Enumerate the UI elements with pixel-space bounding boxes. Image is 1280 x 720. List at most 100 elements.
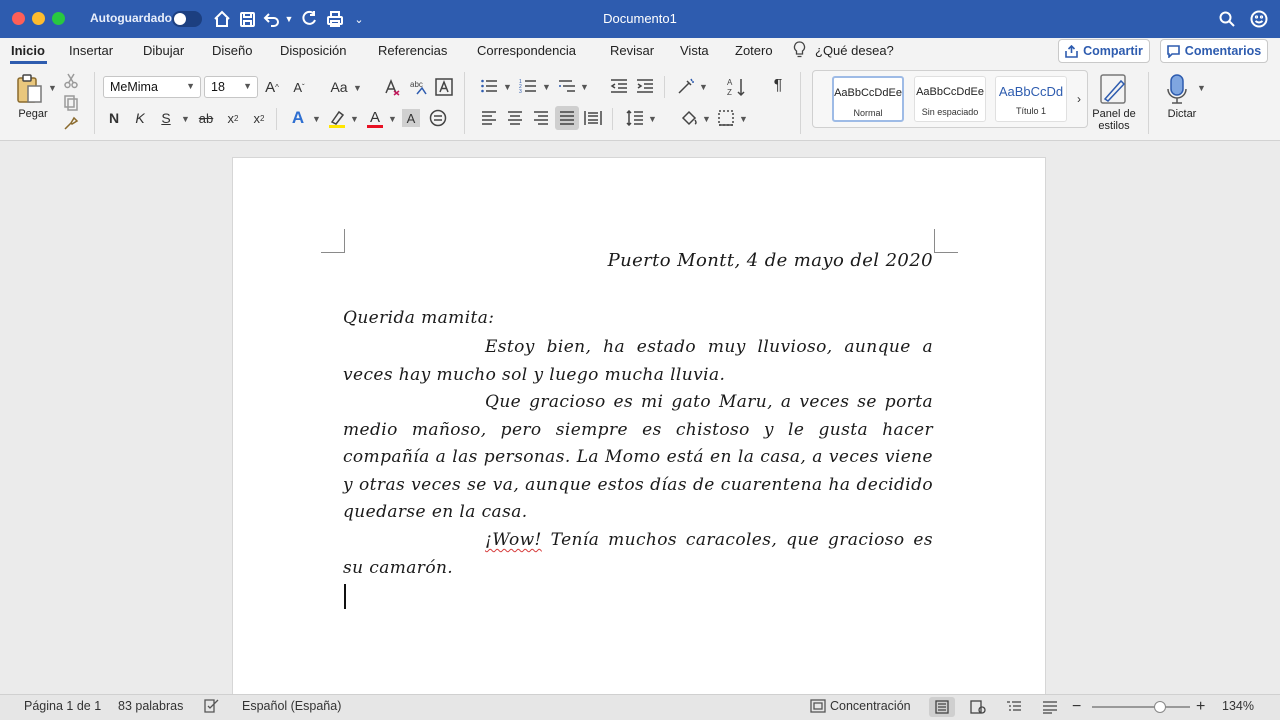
dictate-chevron-icon[interactable]: ▼ bbox=[1197, 83, 1206, 93]
styles-pane-icon[interactable] bbox=[1098, 72, 1130, 106]
borders-chevron-icon[interactable]: ▼ bbox=[739, 114, 748, 124]
style-sin-espaciado[interactable]: AaBbCcDdEe Sin espaciado bbox=[914, 76, 986, 122]
line-spacing-icon[interactable] bbox=[624, 108, 646, 128]
font-color-chevron-icon[interactable]: ▼ bbox=[388, 114, 397, 124]
document-canvas[interactable]: Puerto Montt, 4 de mayo del 2020 Querida… bbox=[0, 141, 1280, 694]
font-size-combo[interactable]: 18 ▼ bbox=[204, 76, 258, 98]
tab-revisar[interactable]: Revisar bbox=[610, 43, 654, 58]
tab-zotero[interactable]: Zotero bbox=[735, 43, 773, 58]
language-label[interactable]: Español (España) bbox=[242, 699, 341, 713]
shading-bucket-icon[interactable] bbox=[678, 108, 700, 128]
justify-icon[interactable] bbox=[555, 106, 579, 130]
align-center-icon[interactable] bbox=[504, 108, 526, 128]
distributed-icon[interactable] bbox=[582, 108, 604, 128]
redo-icon[interactable] bbox=[298, 8, 320, 30]
decrease-indent-icon[interactable] bbox=[608, 76, 630, 96]
multilevel-list-icon[interactable] bbox=[556, 76, 578, 96]
change-case-button[interactable]: Aa bbox=[328, 76, 350, 98]
comments-button[interactable]: Comentarios bbox=[1160, 39, 1268, 63]
borders-icon[interactable] bbox=[715, 108, 737, 128]
numbering-icon[interactable]: 123 bbox=[517, 76, 539, 96]
subscript-button[interactable]: x2 bbox=[224, 108, 242, 128]
grow-font-button[interactable]: A ^ bbox=[262, 76, 282, 98]
strikethrough-button[interactable]: ab bbox=[195, 108, 217, 128]
tab-diseno[interactable]: Diseño bbox=[212, 43, 252, 58]
document-page[interactable]: Puerto Montt, 4 de mayo del 2020 Querida… bbox=[232, 157, 1046, 694]
style-titulo-1[interactable]: AaBbCcDd Título 1 bbox=[995, 76, 1067, 122]
character-shading-icon[interactable]: A bbox=[402, 109, 420, 127]
paste-chevron-icon[interactable]: ▼ bbox=[48, 83, 57, 93]
undo-icon[interactable] bbox=[262, 8, 282, 30]
format-painter-icon[interactable] bbox=[62, 114, 80, 132]
draft-view-icon[interactable] bbox=[1037, 697, 1063, 717]
letter-paragraph[interactable]: Estoy bien, ha estado muy lluvioso, aunq… bbox=[343, 334, 933, 389]
undo-dropdown-chevron-icon[interactable]: ▼ bbox=[283, 8, 295, 30]
text-box-icon[interactable] bbox=[434, 76, 454, 98]
tab-dibujar[interactable]: Dibujar bbox=[143, 43, 184, 58]
highlight-color-icon[interactable] bbox=[326, 108, 348, 130]
save-icon[interactable] bbox=[236, 8, 258, 30]
customize-toolbar-icon[interactable]: ⌄ bbox=[352, 8, 366, 30]
zoom-level[interactable]: 134% bbox=[1222, 699, 1254, 713]
word-count[interactable]: 83 palabras bbox=[118, 699, 183, 713]
tab-disposicion[interactable]: Disposición bbox=[280, 43, 346, 58]
tab-vista[interactable]: Vista bbox=[680, 43, 709, 58]
zoom-slider-knob[interactable] bbox=[1153, 701, 1166, 713]
tab-correspondencia[interactable]: Correspondencia bbox=[477, 43, 576, 58]
home-icon[interactable] bbox=[211, 8, 233, 30]
tab-insertar[interactable]: Insertar bbox=[69, 43, 113, 58]
copy-icon[interactable] bbox=[62, 94, 80, 112]
shrink-font-button[interactable]: Aˇ bbox=[289, 76, 309, 98]
styles-more-chevron-icon[interactable]: › bbox=[1073, 89, 1085, 109]
zoom-out-icon[interactable]: − bbox=[1072, 698, 1081, 716]
sort-magic-icon[interactable] bbox=[675, 76, 697, 96]
enclose-characters-icon[interactable] bbox=[428, 108, 448, 128]
highlight-chevron-icon[interactable]: ▼ bbox=[350, 114, 359, 124]
page-count[interactable]: Página 1 de 1 bbox=[24, 699, 101, 713]
change-case-chevron-icon[interactable]: ▼ bbox=[353, 83, 362, 93]
multilevel-chevron-icon[interactable]: ▼ bbox=[580, 82, 589, 92]
maximize-window-button[interactable] bbox=[52, 12, 65, 25]
show-formatting-marks-icon[interactable]: ¶ bbox=[768, 76, 788, 96]
zoom-slider[interactable] bbox=[1092, 701, 1190, 713]
shading-chevron-icon[interactable]: ▼ bbox=[702, 114, 711, 124]
microphone-icon[interactable] bbox=[1164, 72, 1190, 106]
italic-button[interactable]: K bbox=[132, 108, 148, 128]
account-smiley-icon[interactable] bbox=[1248, 8, 1270, 30]
tab-referencias[interactable]: Referencias bbox=[378, 43, 447, 58]
tell-me-search[interactable]: ¿Qué desea? bbox=[815, 43, 894, 58]
outline-view-icon[interactable] bbox=[1001, 697, 1027, 717]
font-name-combo[interactable]: MeMima ▼ bbox=[103, 76, 201, 98]
sort-magic-chevron-icon[interactable]: ▼ bbox=[699, 82, 708, 92]
line-spacing-chevron-icon[interactable]: ▼ bbox=[648, 114, 657, 124]
zoom-in-icon[interactable]: + bbox=[1196, 698, 1205, 716]
cut-icon[interactable] bbox=[62, 72, 80, 90]
text-effects-icon[interactable]: A bbox=[288, 108, 308, 128]
align-left-icon[interactable] bbox=[478, 108, 500, 128]
proofing-icon[interactable] bbox=[204, 699, 220, 713]
underline-button[interactable]: S bbox=[158, 108, 174, 128]
web-layout-view-icon[interactable] bbox=[965, 697, 991, 717]
bullets-icon[interactable] bbox=[478, 76, 500, 96]
letter-date-line[interactable]: Puerto Montt, 4 de mayo del 2020 bbox=[343, 250, 933, 271]
letter-greeting[interactable]: Querida mamita: bbox=[343, 308, 494, 328]
autosave-toggle[interactable] bbox=[172, 11, 202, 27]
bold-button[interactable]: N bbox=[106, 108, 122, 128]
text-effects-chevron-icon[interactable]: ▼ bbox=[312, 114, 321, 124]
superscript-button[interactable]: x2 bbox=[250, 108, 268, 128]
bullets-chevron-icon[interactable]: ▼ bbox=[503, 82, 512, 92]
spelling-flagged-word[interactable]: ¡Wow! bbox=[485, 530, 542, 550]
numbering-chevron-icon[interactable]: ▼ bbox=[542, 82, 551, 92]
underline-chevron-icon[interactable]: ▼ bbox=[181, 114, 190, 124]
tab-inicio[interactable]: Inicio bbox=[11, 43, 45, 58]
search-icon[interactable] bbox=[1216, 8, 1238, 30]
close-window-button[interactable] bbox=[12, 12, 25, 25]
text-effects-abc-icon[interactable]: abc bbox=[408, 76, 430, 98]
align-right-icon[interactable] bbox=[530, 108, 552, 128]
paste-button[interactable] bbox=[14, 72, 44, 106]
letter-paragraph[interactable]: Que gracioso es mi gato Maru, a veces se… bbox=[343, 389, 933, 527]
font-color-icon[interactable]: A bbox=[364, 108, 386, 130]
minimize-window-button[interactable] bbox=[32, 12, 45, 25]
style-normal[interactable]: AaBbCcDdEe Normal bbox=[832, 76, 904, 122]
print-icon[interactable] bbox=[324, 8, 346, 30]
